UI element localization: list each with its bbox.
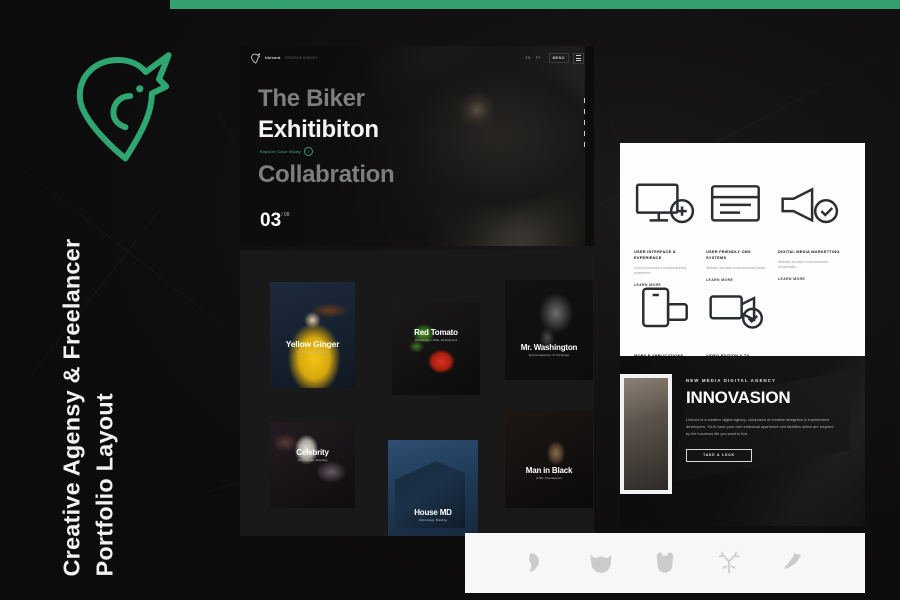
hamburger-icon[interactable] [573,52,584,64]
explore-case-study-link[interactable]: Explore Case Study › [260,147,394,157]
arrow-right-icon: › [304,147,314,157]
browser-window-icon [706,161,768,249]
portfolio-thumb [270,422,355,508]
portfolio-caption: Celebrity UI UX Design, Branding [270,448,355,462]
hero-headline-block: The Biker Exhitibiton Explore Case Study… [258,84,395,191]
whale-logo-icon[interactable] [780,550,806,576]
unicorn-head-icon [250,52,261,64]
owl-logo-icon[interactable] [652,550,678,576]
screenshot-canvas: Creative Agensy & Freelancer Portfolio L… [0,0,900,600]
portfolio-caption: Yellow Ginger UI UX Design, Branding [270,339,355,354]
portfolio-subtitle: UI UX Design, Branding [297,458,328,462]
services-mockup: User Interface & Experience Unicord prov… [620,143,865,356]
top-accent-bar [170,0,900,9]
portfolio-caption: Mr. Washington App Development, UI UX De… [505,343,593,357]
portfolio-thumb [505,410,593,508]
learn-more-link[interactable]: Learn More [778,277,840,281]
portfolio-title: Mr. Washington [520,343,578,352]
hero-headline-1: The Biker [258,85,365,112]
portfolio-title: Celebrity [296,448,329,457]
portfolio-thumb [392,302,480,395]
portfolio-subtitle: App Development, UI UX Design [528,353,570,357]
take-a-look-button[interactable]: TAKE A LOOK [686,448,752,462]
service-title: User Interface & Experience [634,248,676,260]
innovasion-side-image-inner [624,378,668,490]
hero-logo-text: Unicord [265,56,281,60]
portfolio-item-man-in-black[interactable]: Man in Black HTML, Development [505,410,593,508]
service-title: User Friendly CMS Systems [706,248,751,260]
portfolio-item-house-md[interactable]: House MD Web Design, Branding [388,440,478,536]
nav-link-en[interactable]: EN [526,56,531,60]
service-title: Digital Media Marketting [778,248,840,254]
innovasion-side-image [620,374,672,494]
service-card-ui-ux[interactable]: User Interface & Experience Unicord prov… [634,161,696,287]
portfolio-title: House MD [414,508,452,517]
innovasion-kicker: New Media Digital Agency [686,378,777,383]
portfolio-caption: House MD Web Design, Branding [388,508,478,522]
portfolio-caption: Man in Black HTML, Development [505,466,593,480]
hero-mockup: Unicord CREATIVE AGENCY EN PT MENU The B… [240,46,594,246]
hero-headline-3: Collabration [258,161,395,189]
slide-total: / 08 [281,212,290,218]
portfolio-item-celebrity[interactable]: Celebrity UI UX Design, Branding [270,422,355,508]
portfolio-thumb [505,280,593,380]
page-title: Creative Agensy & Freelancer Portfolio L… [58,186,184,576]
megaphone-icon [778,161,840,249]
innovasion-mockup: New Media Digital Agency INNOVASION Unic… [620,356,865,526]
unicorn-head-icon [63,48,183,168]
hero-navbar: Unicord CREATIVE AGENCY EN PT MENU [240,46,594,70]
portfolio-item-red-tomato[interactable]: Red Tomato Web Design, HTML, Development [392,302,480,395]
hero-logo-subtext: CREATIVE AGENCY [284,56,318,60]
slide-counter: 03 / 08 [260,211,289,230]
slide-current: 03 [260,210,282,231]
page-title-line-2: Portfolio Layout [91,392,118,576]
portfolio-subtitle: Web Design, Branding [419,518,447,522]
portfolio-subtitle: Web Design, HTML, Development [414,338,458,342]
nav-link-pt[interactable]: PT [536,56,541,60]
portfolio-subtitle: HTML, Development [536,476,562,480]
service-card-video[interactable]: Video Edition & TV Commercials Whatever … [706,265,768,356]
hero-right-edge [585,46,594,246]
portfolio-subtitle: UI UX Design, Branding [296,350,329,354]
service-card-cms[interactable]: User Friendly CMS Systems Website and ad… [706,161,768,282]
innovasion-body-text: Unicord is a creative digital agency, co… [686,417,834,437]
monitor-cursor-icon [634,161,696,249]
service-card-marketing[interactable]: Digital Media Marketting Website and add… [778,161,840,281]
innovasion-content: New Media Digital Agency INNOVASION Unic… [686,378,849,462]
portfolio-item-yellow-ginger[interactable]: Yellow Ginger UI UX Design, Branding [270,282,355,388]
portfolio-item-mr-washington[interactable]: Mr. Washington App Development, UI UX De… [505,280,593,380]
hero-headline-2: Exhitibiton [258,115,379,143]
hero-logo[interactable]: Unicord CREATIVE AGENCY [250,52,318,64]
portfolio-thumb [270,282,355,388]
services-row-1: User Interface & Experience Unicord prov… [634,161,853,287]
menu-button[interactable]: MENU [548,53,569,63]
page-title-line-1: Creative Agensy & Freelancer [58,238,85,576]
bird-logo-icon[interactable] [524,550,550,576]
portfolio-caption: Red Tomato Web Design, HTML, Development [392,328,480,342]
portfolio-title: Man in Black [525,466,573,475]
client-logos-strip [465,533,865,593]
portfolio-title: Yellow Ginger [285,339,340,349]
innovasion-heading: INNOVASION [686,388,791,407]
services-grid: User Interface & Experience Unicord prov… [634,161,853,356]
portfolio-title: Red Tomato [414,328,458,337]
deer-antlers-logo-icon[interactable] [716,550,742,576]
hero-language-links[interactable]: EN PT [526,56,541,60]
service-description: Website and add some advanced functional… [778,259,829,269]
fox-head-logo-icon[interactable] [588,550,614,576]
video-camera-icon [706,265,768,353]
portfolio-grid-mockup: Yellow Ginger UI UX Design, Branding Red… [240,250,594,536]
explore-case-study-label: Explore Case Study [260,149,302,154]
service-card-mobile-apps[interactable]: Mobile Applications Android & IOS Whatev… [634,265,696,356]
mobile-phone-icon [634,265,696,353]
